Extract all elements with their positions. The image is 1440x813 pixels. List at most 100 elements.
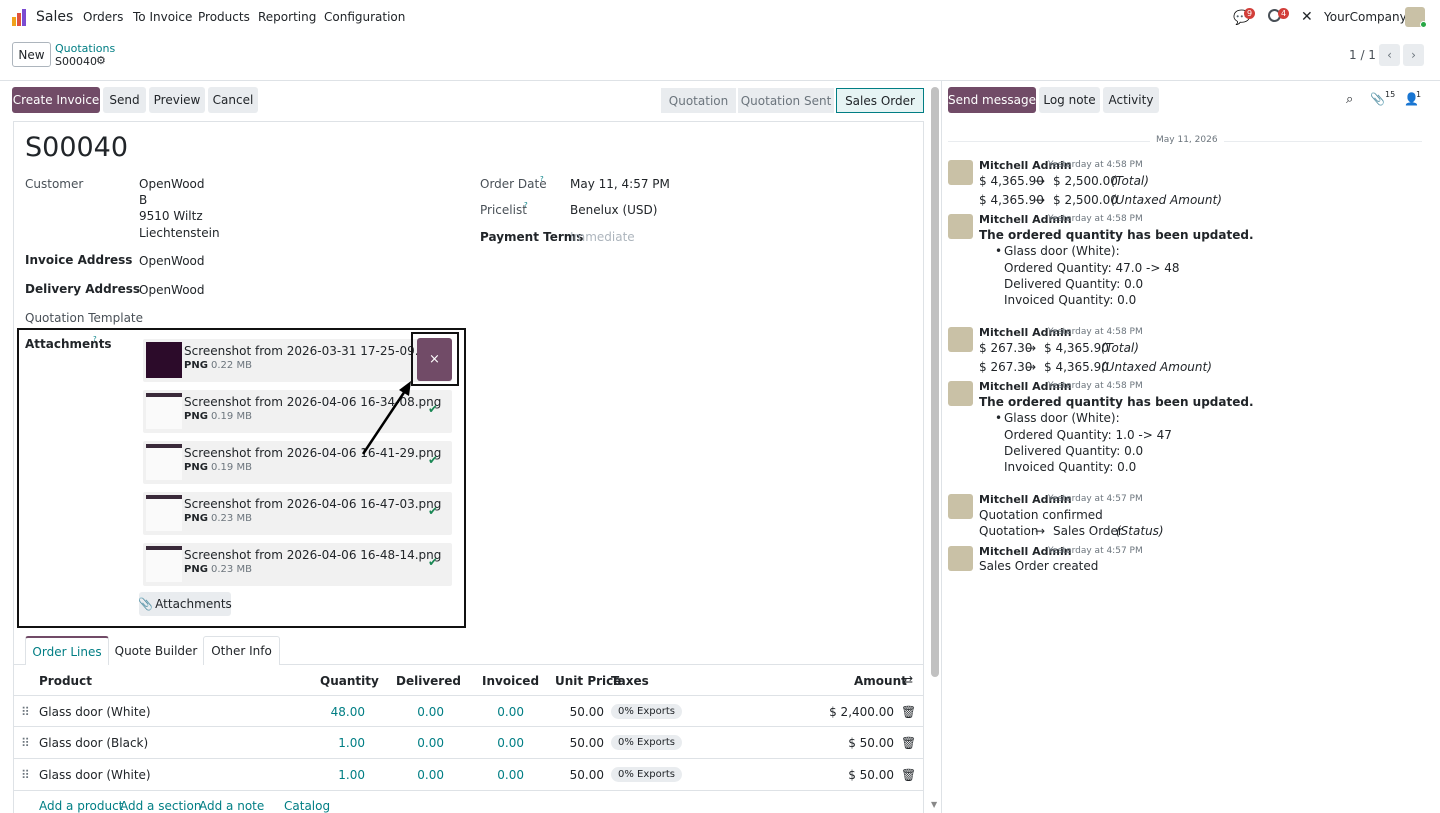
order-date-field[interactable]: May 11, 4:57 PM: [570, 177, 670, 191]
avatar[interactable]: [948, 327, 973, 352]
menu-configuration[interactable]: Configuration: [324, 10, 405, 24]
add-product-link[interactable]: Add a product: [39, 799, 123, 813]
activity-button[interactable]: Activity: [1103, 87, 1159, 113]
avatar[interactable]: [948, 160, 973, 185]
form-scrollbar[interactable]: [931, 87, 939, 677]
row-delivered[interactable]: 0.00: [394, 768, 444, 782]
tab-other-info[interactable]: Other Info: [203, 636, 280, 665]
pager-next-button[interactable]: ›: [1403, 44, 1424, 66]
customer-link[interactable]: OpenWood: [139, 177, 205, 191]
debug-tools-icon[interactable]: ✕: [1301, 9, 1313, 25]
trash-icon[interactable]: 🗑: [901, 705, 916, 719]
user-avatar[interactable]: [1405, 7, 1427, 28]
gear-icon[interactable]: ⚙: [96, 54, 106, 67]
col-taxes[interactable]: Taxes: [611, 674, 649, 688]
add-note-link[interactable]: Add a note: [199, 799, 264, 813]
sales-app-icon[interactable]: [12, 9, 29, 26]
attachment-name: Screenshot from 2026-03-31 17-25-09.png: [184, 344, 442, 358]
attachments-button[interactable]: 📎 Attachments: [138, 592, 232, 616]
payment-terms-field[interactable]: Immediate: [570, 230, 635, 244]
help-tooltip[interactable]: ?: [540, 175, 544, 183]
avatar[interactable]: [948, 214, 973, 239]
pricelist-field[interactable]: Benelux (USD): [570, 203, 657, 217]
paperclip-icon[interactable]: 📎: [1370, 92, 1385, 106]
row-product[interactable]: Glass door (White): [39, 705, 151, 719]
attachment-item[interactable]: Screenshot from 2026-04-06 16-48-14.png …: [143, 543, 452, 586]
avatar[interactable]: [948, 546, 973, 571]
attachments-count: 15: [1385, 90, 1396, 99]
menu-to-invoice[interactable]: To Invoice: [133, 10, 192, 24]
col-product[interactable]: Product: [39, 674, 92, 688]
drag-handle-icon[interactable]: ⠿: [21, 768, 30, 782]
avatar[interactable]: [948, 381, 973, 406]
row-delivered[interactable]: 0.00: [394, 736, 444, 750]
drag-handle-icon[interactable]: ⠿: [21, 736, 30, 750]
message-bullet: Glass door (White):: [1004, 244, 1120, 258]
catalog-link[interactable]: Catalog: [284, 799, 330, 813]
row-unit-price[interactable]: 50.00: [554, 705, 604, 719]
tax-badge[interactable]: 0% Exports: [611, 735, 682, 750]
pager-previous-button[interactable]: ‹: [1379, 44, 1400, 66]
optional-columns-icon[interactable]: ⇄: [903, 673, 913, 687]
send-button[interactable]: Send: [103, 87, 146, 113]
message-time: Yesterday at 4:58 PM: [1048, 214, 1143, 224]
row-product[interactable]: Glass door (Black): [39, 736, 148, 750]
help-tooltip[interactable]: ?: [524, 201, 528, 209]
tax-badge[interactable]: 0% Exports: [611, 704, 682, 719]
avatar[interactable]: [948, 494, 973, 519]
tax-badge[interactable]: 0% Exports: [611, 767, 682, 782]
attachment-thumbnail: [146, 342, 182, 378]
row-invoiced[interactable]: 0.00: [474, 705, 524, 719]
table-row[interactable]: ⠿ Glass door (White) 1.00 0.00 0.00 50.0…: [14, 758, 923, 789]
log-note-button[interactable]: Log note: [1039, 87, 1100, 113]
table-row[interactable]: ⠿ Glass door (White) 48.00 0.00 0.00 50.…: [14, 695, 923, 726]
table-row[interactable]: ⠿ Glass door (Black) 1.00 0.00 0.00 50.0…: [14, 726, 923, 757]
breadcrumb-quotations[interactable]: Quotations: [55, 42, 115, 55]
cancel-button[interactable]: Cancel: [208, 87, 258, 113]
row-unit-price[interactable]: 50.00: [554, 768, 604, 782]
delivery-address-field[interactable]: OpenWood: [139, 283, 205, 297]
col-delivered[interactable]: Delivered: [396, 674, 461, 688]
row-delivered[interactable]: 0.00: [394, 705, 444, 719]
col-amount[interactable]: Amount: [854, 674, 907, 688]
app-title[interactable]: Sales: [36, 9, 73, 25]
search-icon[interactable]: ⌕: [1346, 92, 1353, 107]
new-button[interactable]: New: [12, 42, 51, 67]
check-icon: ✔: [428, 504, 439, 518]
attachment-item[interactable]: Screenshot from 2026-04-06 16-47-03.png …: [143, 492, 452, 535]
scroll-down-icon[interactable]: ▼: [931, 800, 937, 809]
tab-quote-builder[interactable]: Quote Builder: [109, 636, 203, 665]
row-quantity[interactable]: 1.00: [315, 736, 365, 750]
col-quantity[interactable]: Quantity: [320, 674, 379, 688]
menu-orders[interactable]: Orders: [83, 10, 123, 24]
row-invoiced[interactable]: 0.00: [474, 736, 524, 750]
create-invoice-button[interactable]: Create Invoice: [12, 87, 100, 113]
row-invoiced[interactable]: 0.00: [474, 768, 524, 782]
stage-quotation-sent[interactable]: Quotation Sent: [738, 88, 834, 113]
trash-icon[interactable]: 🗑: [901, 768, 916, 782]
stage-quotation[interactable]: Quotation: [661, 88, 736, 113]
add-section-link[interactable]: Add a section: [120, 799, 201, 813]
row-quantity[interactable]: 48.00: [315, 705, 365, 719]
row-quantity[interactable]: 1.00: [315, 768, 365, 782]
stage-sales-order[interactable]: Sales Order: [836, 88, 924, 113]
invoice-address-field[interactable]: OpenWood: [139, 254, 205, 268]
col-invoiced[interactable]: Invoiced: [482, 674, 539, 688]
message-time: Yesterday at 4:57 PM: [1048, 546, 1143, 556]
delete-attachment-button[interactable]: ×: [417, 338, 452, 381]
row-product[interactable]: Glass door (White): [39, 768, 151, 782]
company-switcher[interactable]: YourCompany: [1324, 10, 1407, 24]
message-body: Sales Order created: [979, 559, 1099, 573]
menu-products[interactable]: Products: [198, 10, 250, 24]
attachment-item[interactable]: Screenshot from 2026-03-31 17-25-09.png …: [143, 339, 452, 382]
drag-handle-icon[interactable]: ⠿: [21, 705, 30, 719]
pager-value[interactable]: 1 / 1: [1349, 48, 1376, 62]
row-unit-price[interactable]: 50.00: [554, 736, 604, 750]
preview-button[interactable]: Preview: [149, 87, 205, 113]
trash-icon[interactable]: 🗑: [901, 736, 916, 750]
menu-reporting[interactable]: Reporting: [258, 10, 316, 24]
send-message-button[interactable]: Send message: [948, 87, 1036, 113]
help-tooltip[interactable]: ?: [93, 335, 97, 343]
attachment-thumbnail: [146, 444, 182, 480]
tab-order-lines[interactable]: Order Lines: [25, 636, 109, 665]
